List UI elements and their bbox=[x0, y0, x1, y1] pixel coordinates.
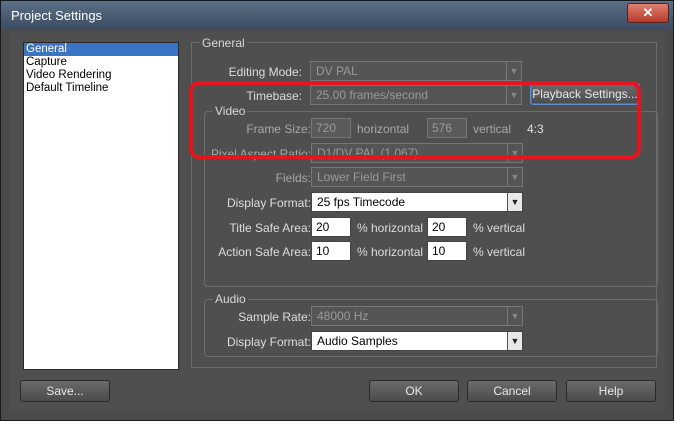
sidebar-item-default-timeline[interactable]: Default Timeline bbox=[24, 82, 178, 95]
fields-value: Lower Field First bbox=[317, 170, 406, 184]
general-panel-title: General bbox=[200, 36, 247, 50]
display-format-label: Display Format: bbox=[226, 196, 311, 210]
close-button[interactable]: ✕ bbox=[627, 3, 669, 23]
title-bar[interactable]: Project Settings ✕ bbox=[1, 1, 673, 29]
audio-display-format-value: Audio Samples bbox=[317, 334, 398, 348]
title-safe-horizontal-label: % horizontal bbox=[357, 221, 424, 235]
title-safe-vertical-field[interactable]: 20 bbox=[427, 217, 467, 237]
sample-rate-select: 48000 Hz ▼ bbox=[311, 306, 523, 326]
sidebar-item-general[interactable]: General bbox=[24, 43, 178, 56]
chevron-down-icon: ▼ bbox=[507, 307, 522, 325]
fields-select: Lower Field First ▼ bbox=[311, 167, 523, 187]
action-safe-label: Action Safe Area: bbox=[218, 245, 311, 259]
display-format-value: 25 fps Timecode bbox=[317, 195, 406, 209]
sample-rate-label: Sample Rate: bbox=[238, 310, 311, 324]
ok-button[interactable]: OK bbox=[369, 380, 459, 402]
sidebar-item-video-rendering[interactable]: Video Rendering bbox=[24, 69, 178, 82]
audio-display-format-label: Display Format: bbox=[226, 335, 311, 349]
fields-label: Fields: bbox=[275, 171, 311, 185]
chevron-down-icon: ▼ bbox=[507, 168, 522, 186]
save-button[interactable]: Save... bbox=[20, 380, 110, 402]
settings-category-list[interactable]: General Capture Video Rendering Default … bbox=[23, 42, 179, 370]
action-safe-horizontal-field[interactable]: 10 bbox=[311, 241, 351, 261]
highlight-annotation bbox=[189, 81, 641, 159]
sample-rate-value: 48000 Hz bbox=[317, 309, 369, 323]
title-safe-label: Title Safe Area: bbox=[229, 221, 311, 235]
close-icon: ✕ bbox=[642, 5, 654, 20]
project-settings-dialog: Project Settings ✕ General Capture Video… bbox=[0, 0, 674, 421]
help-button[interactable]: Help bbox=[566, 380, 656, 402]
action-safe-horizontal-label: % horizontal bbox=[357, 245, 424, 259]
window-title: Project Settings bbox=[11, 8, 103, 23]
chevron-down-icon: ▼ bbox=[507, 193, 522, 211]
chevron-down-icon: ▼ bbox=[507, 332, 522, 350]
action-safe-vertical-field[interactable]: 10 bbox=[427, 241, 467, 261]
sidebar-item-capture[interactable]: Capture bbox=[24, 56, 178, 69]
audio-group-title: Audio bbox=[213, 292, 248, 306]
cancel-button[interactable]: Cancel bbox=[467, 380, 557, 402]
chevron-down-icon: ▼ bbox=[506, 62, 521, 80]
editing-mode-label: Editing Mode: bbox=[228, 65, 302, 79]
title-safe-horizontal-field[interactable]: 20 bbox=[311, 217, 351, 237]
audio-group: Audio Sample Rate: 48000 Hz ▼ Display Fo… bbox=[204, 292, 658, 357]
title-safe-vertical-label: % vertical bbox=[473, 221, 526, 235]
audio-display-format-select[interactable]: Audio Samples ▼ bbox=[311, 331, 523, 351]
editing-mode-value: DV PAL bbox=[316, 64, 358, 78]
action-safe-vertical-label: % vertical bbox=[473, 245, 526, 259]
editing-mode-select: DV PAL ▼ bbox=[310, 61, 522, 81]
display-format-select[interactable]: 25 fps Timecode ▼ bbox=[311, 192, 523, 212]
